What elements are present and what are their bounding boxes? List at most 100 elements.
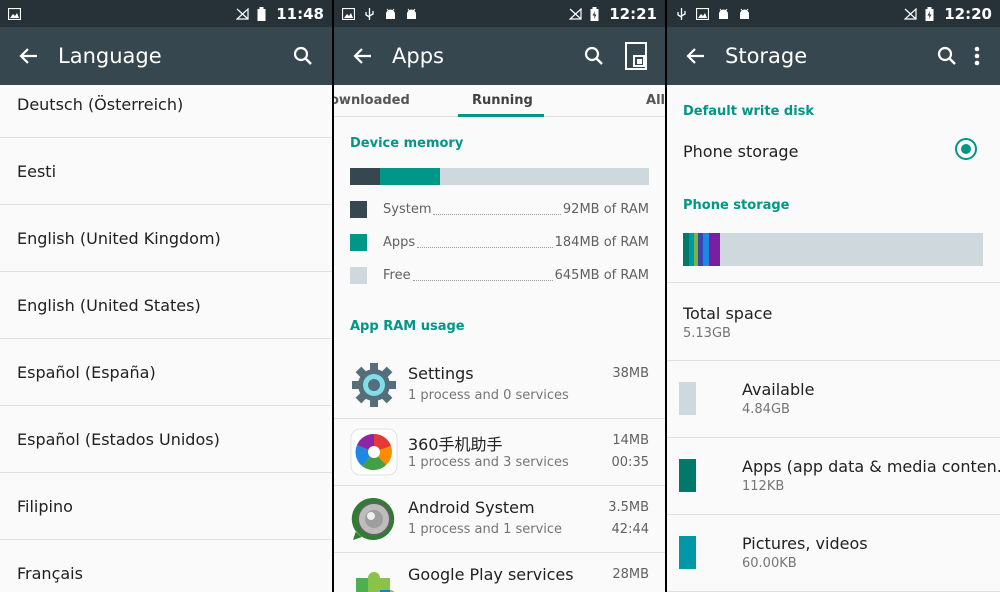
battery-icon	[257, 6, 266, 21]
memory-label: System	[383, 202, 432, 217]
status-time: 12:20	[944, 4, 992, 23]
legend-swatch	[350, 234, 367, 251]
page-title: Storage	[725, 44, 808, 68]
search-button[interactable]	[579, 41, 609, 71]
app-bar: Storage	[667, 27, 1000, 85]
memory-row-system: System 92MB of RAM	[350, 201, 649, 218]
storage-usage-bar	[683, 233, 983, 266]
search-button[interactable]	[288, 41, 318, 71]
category-title: Available	[742, 380, 815, 399]
back-button[interactable]	[14, 41, 44, 71]
app-memory-size: 28MB	[612, 567, 649, 582]
language-item[interactable]: Filipino	[0, 473, 332, 540]
android-icon	[407, 8, 416, 19]
app-row-google-play-services[interactable]: Google Play services 28MB	[334, 553, 665, 592]
storage-screen: 12:20 Storage Default write disk Phone s…	[667, 0, 1000, 592]
memory-bar-apps	[379, 168, 440, 185]
app-name: 360手机助手	[408, 435, 503, 454]
app-process-info: 1 process and 1 service	[408, 522, 563, 537]
android-icon	[386, 8, 395, 19]
page-title: Apps	[392, 44, 444, 68]
phone-storage-heading: Phone storage	[683, 198, 790, 213]
tab-downloaded[interactable]: ownloaded	[334, 93, 410, 108]
usb-icon	[365, 7, 374, 20]
phone-memory-icon	[625, 42, 647, 70]
category-value: 4.84GB	[742, 402, 790, 417]
total-space-value: 5.13GB	[683, 326, 731, 341]
memory-value: 92MB of RAM	[562, 202, 649, 217]
image-icon	[696, 7, 709, 20]
total-space-row: Total space 5.13GB	[667, 282, 1000, 361]
language-item[interactable]: English (United Kingdom)	[0, 205, 332, 272]
no-signal-icon	[569, 7, 582, 20]
category-title: Pictures, videos	[742, 534, 868, 553]
category-swatch	[679, 459, 696, 492]
language-item[interactable]: Deutsch (Österreich)	[0, 85, 332, 138]
legend-swatch	[350, 267, 367, 284]
category-swatch	[679, 382, 696, 415]
360-assistant-icon	[350, 428, 398, 476]
app-memory-size: 14MB	[612, 433, 649, 448]
app-run-time: 00:35	[611, 455, 649, 470]
back-button[interactable]	[348, 41, 378, 71]
search-button[interactable]	[932, 41, 962, 71]
storage-category-apps[interactable]: Apps (app data & media conten.. 112KB	[667, 438, 1000, 515]
memory-row-free: Free 645MB of RAM	[350, 267, 649, 284]
overflow-menu-button[interactable]	[968, 41, 986, 71]
storage-category-pictures[interactable]: Pictures, videos 60.00KB	[667, 515, 1000, 592]
language-item[interactable]: Eesti	[0, 138, 332, 205]
app-row-360[interactable]: 360手机助手 1 process and 3 services 14MB 00…	[334, 419, 665, 486]
memory-label: Free	[383, 268, 411, 283]
app-process-info: 1 process and 3 services	[408, 455, 569, 470]
language-item[interactable]: Español (Estados Unidos)	[0, 406, 332, 473]
storage-bar-segment	[709, 233, 720, 266]
search-icon	[293, 46, 312, 65]
phone-storage-option-label[interactable]: Phone storage	[683, 142, 798, 161]
app-process-info: 1 process and 0 services	[408, 388, 569, 403]
screens-collage: 11:48 Language Deutsch (Österreich) Eest…	[0, 0, 1000, 592]
language-item[interactable]: Français	[0, 540, 332, 592]
legend-swatch	[350, 201, 367, 218]
tab-indicator	[458, 114, 544, 117]
app-name: Google Play services	[408, 565, 574, 584]
language-item[interactable]: Español (España)	[0, 339, 332, 406]
status-time: 11:48	[276, 4, 324, 23]
more-vert-icon	[974, 46, 980, 66]
image-icon	[342, 7, 355, 20]
battery-charging-icon	[925, 6, 934, 21]
storage-category-available[interactable]: Available 4.84GB	[667, 361, 1000, 438]
arrow-left-icon	[353, 48, 371, 64]
no-signal-icon	[236, 7, 249, 20]
app-row-android-system[interactable]: Android System 1 process and 1 service 3…	[334, 486, 665, 553]
puzzle-piece-icon	[356, 572, 395, 592]
memory-bar-system	[350, 168, 380, 185]
status-bar: 12:21	[334, 0, 665, 27]
no-signal-icon	[904, 7, 917, 20]
memory-value: 184MB of RAM	[554, 235, 649, 250]
settings-gear-icon	[352, 363, 396, 407]
tab-running[interactable]: Running	[472, 93, 533, 108]
apps-screen: 12:21 Apps ownloaded Running All Device …	[334, 0, 665, 592]
battery-charging-icon	[590, 6, 599, 21]
memory-label: Apps	[383, 235, 416, 250]
app-memory-size: 38MB	[612, 366, 649, 381]
arrow-left-icon	[686, 48, 704, 64]
search-icon	[937, 46, 956, 65]
category-value: 60.00KB	[742, 556, 797, 571]
app-memory-button[interactable]	[621, 41, 651, 71]
tab-all[interactable]: All	[646, 93, 665, 108]
language-list: Deutsch (Österreich) Eesti English (Unit…	[0, 85, 332, 592]
phone-storage-radio[interactable]	[955, 138, 977, 160]
android-system-icon	[351, 497, 395, 540]
android-icon	[740, 8, 749, 19]
category-value: 112KB	[742, 479, 785, 494]
app-ram-heading: App RAM usage	[350, 319, 465, 334]
app-name: Settings	[408, 364, 474, 383]
language-item[interactable]: English (United States)	[0, 272, 332, 339]
app-row-settings[interactable]: Settings 1 process and 0 services 38MB	[334, 352, 665, 419]
back-button[interactable]	[681, 41, 711, 71]
image-icon	[8, 7, 21, 20]
device-memory-heading: Device memory	[350, 136, 464, 151]
app-bar: Language	[0, 27, 332, 85]
default-write-disk-heading: Default write disk	[683, 104, 815, 119]
